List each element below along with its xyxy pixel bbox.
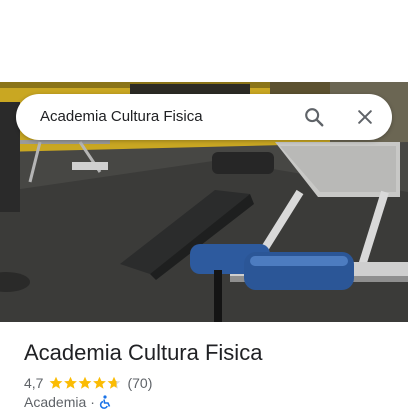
place-title: Academia Cultura Fisica	[24, 340, 263, 365]
category-row: Academia ·	[24, 394, 111, 410]
star-icon	[50, 376, 121, 389]
search-icon	[305, 108, 324, 127]
wheelchair-icon	[99, 395, 111, 409]
place-info-panel: Academia Cultura Fisica 4,7 (70) Academi…	[0, 322, 408, 410]
rating-value: 4,7	[24, 375, 44, 391]
rating-stars	[49, 376, 121, 390]
search-input[interactable]	[40, 94, 280, 140]
search-bar	[16, 94, 392, 140]
close-icon	[358, 110, 372, 124]
top-blank-area	[0, 0, 408, 82]
separator-dot: ·	[90, 394, 95, 410]
close-button[interactable]	[345, 97, 385, 137]
search-button[interactable]	[294, 97, 334, 137]
place-category: Academia	[24, 394, 87, 410]
review-count: (70)	[127, 375, 153, 391]
rating-row[interactable]: 4,7 (70)	[24, 374, 152, 392]
